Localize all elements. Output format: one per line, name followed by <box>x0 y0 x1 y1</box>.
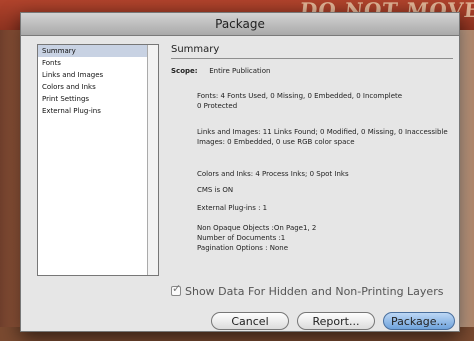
images-summary: Images: 0 Embedded, 0 use RGB color spac… <box>197 138 355 146</box>
package-button[interactable]: Package... <box>383 312 455 330</box>
fonts-summary: Fonts: 4 Fonts Used, 0 Missing, 0 Embedd… <box>197 92 403 100</box>
package-dialog: Package Summary Fonts Links and Images C… <box>20 12 460 332</box>
show-hidden-layers-checkbox[interactable]: ✓ <box>171 282 182 296</box>
sidebar-item-fonts[interactable]: Fonts <box>38 57 158 69</box>
pagination-summary: Pagination Options : None <box>197 244 289 252</box>
background-right-strip <box>460 30 474 341</box>
scope-row: Scope: Entire Publication <box>171 67 453 81</box>
panel-title: Summary <box>171 44 453 59</box>
scope-value: Entire Publication <box>209 67 271 75</box>
button-row: Cancel Report... Package... <box>21 312 459 334</box>
show-hidden-layers-row[interactable]: ✓ Show Data For Hidden and Non-Printing … <box>171 282 443 298</box>
sidebar-item-print-settings[interactable]: Print Settings <box>38 93 158 105</box>
cms-status: CMS is ON <box>197 186 234 194</box>
show-hidden-layers-label[interactable]: Show Data For Hidden and Non-Printing La… <box>185 285 443 298</box>
fonts-summary-line2: 0 Protected <box>197 102 238 110</box>
plugins-summary: External Plug-ins : 1 <box>197 204 268 212</box>
sidebar-item-external-plugins[interactable]: External Plug-ins <box>38 105 158 117</box>
sidebar-scrollbar[interactable] <box>147 45 158 275</box>
checkmark-icon: ✓ <box>172 282 182 295</box>
summary-panel: Summary Scope: Entire Publication Fonts:… <box>171 44 453 276</box>
scope-label: Scope: <box>171 67 198 75</box>
colors-summary: Colors and Inks: 4 Process Inks; 0 Spot … <box>197 170 349 178</box>
dialog-content: Summary Fonts Links and Images Colors an… <box>21 36 459 331</box>
links-summary: Links and Images: 11 Links Found; 0 Modi… <box>197 128 448 136</box>
documents-summary: Number of Documents :1 <box>197 234 286 242</box>
cancel-button[interactable]: Cancel <box>211 312 289 330</box>
dialog-title: Package <box>21 13 459 36</box>
opaque-objects-summary: Non Opaque Objects :On Page1, 2 <box>197 224 317 232</box>
sidebar-item-links-and-images[interactable]: Links and Images <box>38 69 158 81</box>
background-left-strip <box>0 30 20 341</box>
report-button[interactable]: Report... <box>297 312 375 330</box>
sidebar-item-colors-and-inks[interactable]: Colors and Inks <box>38 81 158 93</box>
sidebar-list: Summary Fonts Links and Images Colors an… <box>37 44 159 276</box>
sidebar-item-summary[interactable]: Summary <box>38 45 158 57</box>
